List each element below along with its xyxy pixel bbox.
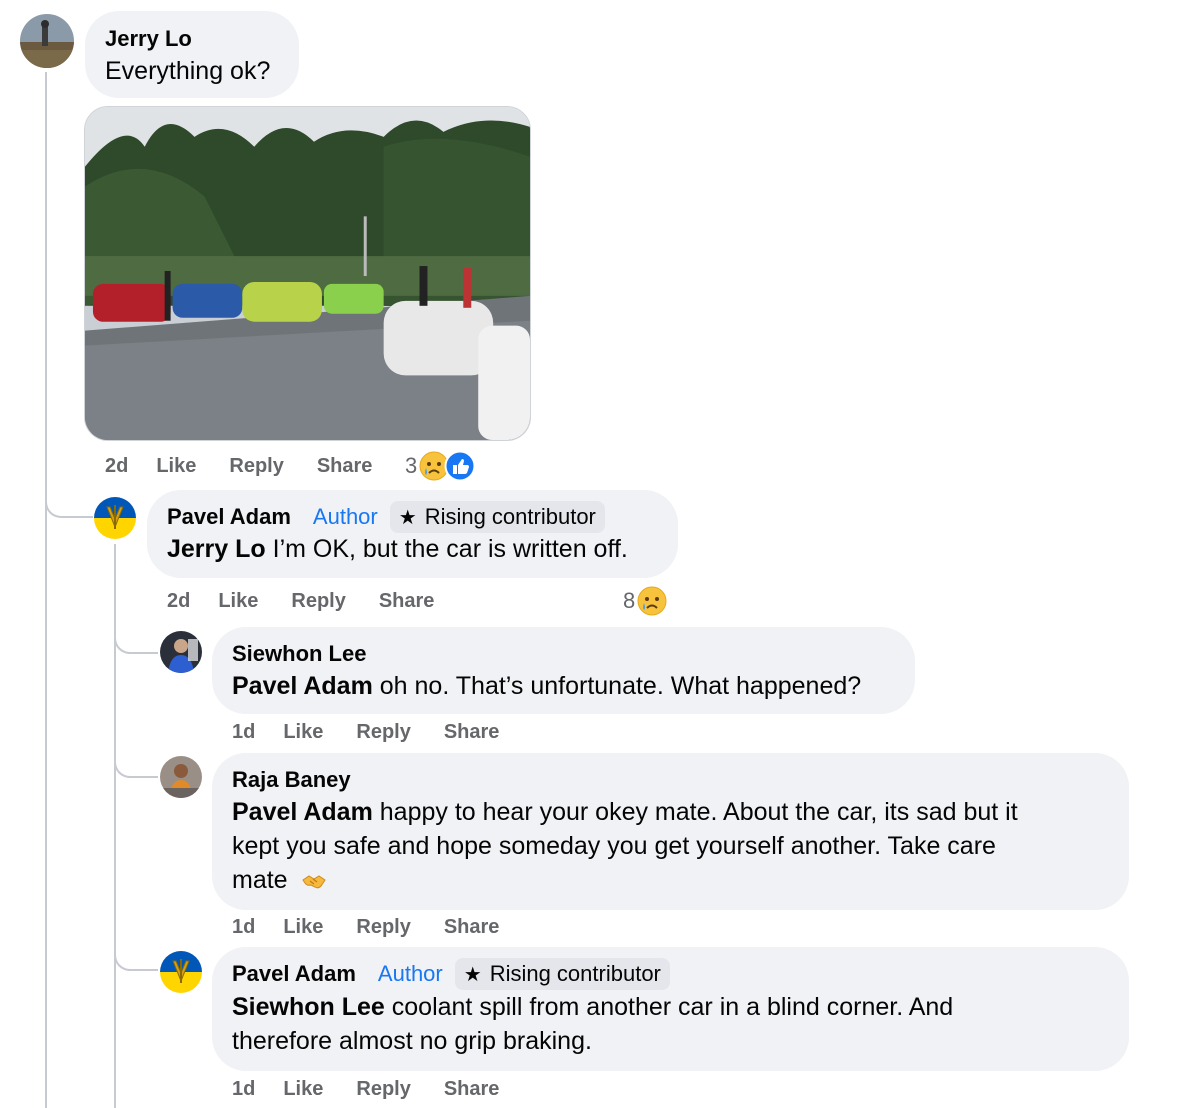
timestamp[interactable]: 1d [232, 916, 255, 939]
star-icon: ★ [398, 506, 417, 529]
comment-text: I’m OK, but the car is written off. [272, 535, 628, 563]
comment-text-line: happy to hear your okey mate. About the … [379, 798, 1018, 826]
avatar[interactable] [94, 497, 136, 539]
comment-actions: 1d Like Reply Share [232, 913, 499, 941]
mention-link[interactable]: Jerry Lo [167, 535, 266, 563]
comment-bubble: Siewhon Lee Pavel Adam oh no. That’s unf… [212, 627, 915, 714]
share-button[interactable]: Share [444, 721, 500, 744]
share-button[interactable]: Share [379, 590, 435, 613]
like-button[interactable]: Like [283, 1078, 323, 1101]
avatar[interactable] [160, 756, 202, 798]
comment-text: oh no. That’s unfortunate. What happened… [379, 672, 862, 700]
thread-connector [114, 626, 158, 654]
reply-button[interactable]: Reply [229, 455, 283, 478]
badge-label: Rising contributor [424, 504, 596, 529]
crying-face-icon [637, 586, 667, 616]
comment-actions: 1d Like Reply Share [232, 718, 499, 746]
mention-link[interactable]: Pavel Adam [232, 798, 373, 826]
reaction-count: 3 [405, 453, 418, 478]
comment-author[interactable]: Pavel Adam [167, 504, 291, 530]
comment-bubble: Raja Baney Pavel Adam happy to hear your… [212, 753, 1129, 910]
thread-connector [114, 752, 158, 778]
timestamp[interactable]: 2d [105, 455, 128, 478]
reply-button[interactable]: Reply [356, 1078, 410, 1101]
timestamp[interactable]: 1d [232, 1078, 255, 1101]
comment-text-line: kept you safe and hope someday you get y… [232, 832, 996, 860]
reaction-count: 8 [623, 588, 636, 613]
comment-author[interactable]: Pavel Adam [232, 961, 356, 987]
comment-actions: 1d Like Reply Share [232, 1075, 499, 1103]
like-button[interactable]: Like [156, 455, 196, 478]
comment-bubble: Pavel Adam Author ★ Rising contributor S… [212, 947, 1129, 1071]
like-icon [444, 450, 476, 482]
thread-connector [45, 490, 93, 518]
comment-text-line: coolant spill from another car in a blin… [391, 993, 954, 1021]
author-tag: Author [377, 961, 443, 986]
mention-link[interactable]: Pavel Adam [232, 672, 373, 700]
contributor-badge[interactable]: ★ Rising contributor [454, 958, 670, 990]
comment-bubble: Pavel Adam Author ★ Rising contributor J… [147, 490, 678, 578]
share-button[interactable]: Share [444, 1078, 500, 1101]
reply-button[interactable]: Reply [356, 916, 410, 939]
reply-button[interactable]: Reply [356, 721, 410, 744]
share-button[interactable]: Share [317, 455, 373, 478]
share-button[interactable]: Share [444, 916, 500, 939]
comment-author[interactable]: Siewhon Lee [232, 639, 895, 669]
comment-text: Everything ok? [105, 57, 271, 85]
like-button[interactable]: Like [218, 590, 258, 613]
avatar[interactable] [160, 631, 202, 673]
author-tag: Author [312, 504, 378, 529]
comment-text-line: therefore almost no grip braking. [232, 1027, 592, 1055]
avatar[interactable] [160, 951, 202, 993]
badge-label: Rising contributor [489, 961, 661, 986]
reply-button[interactable]: Reply [291, 590, 345, 613]
comment-text-line: mate [232, 866, 288, 894]
thread-line [45, 72, 47, 1108]
like-button[interactable]: Like [283, 916, 323, 939]
contributor-badge[interactable]: ★ Rising contributor [389, 501, 605, 533]
avatar[interactable] [20, 14, 74, 68]
comment-actions: 2d Like Reply Share [167, 587, 434, 615]
thread-connector [114, 945, 158, 971]
comment-author[interactable]: Jerry Lo [105, 24, 279, 54]
mention-link[interactable]: Siewhon Lee [232, 993, 385, 1021]
handshake-icon [301, 875, 326, 889]
reaction-summary[interactable]: 3 [405, 450, 476, 482]
timestamp[interactable]: 1d [232, 721, 255, 744]
comment-bubble: Jerry Lo Everything ok? [85, 11, 299, 98]
comment-actions: 2d Like Reply Share [105, 452, 372, 480]
timestamp[interactable]: 2d [167, 590, 190, 613]
like-button[interactable]: Like [283, 721, 323, 744]
comment-author[interactable]: Raja Baney [232, 765, 1109, 795]
reaction-summary[interactable]: 8 [623, 585, 668, 617]
comment-photo[interactable] [84, 106, 531, 441]
star-icon: ★ [463, 963, 482, 986]
